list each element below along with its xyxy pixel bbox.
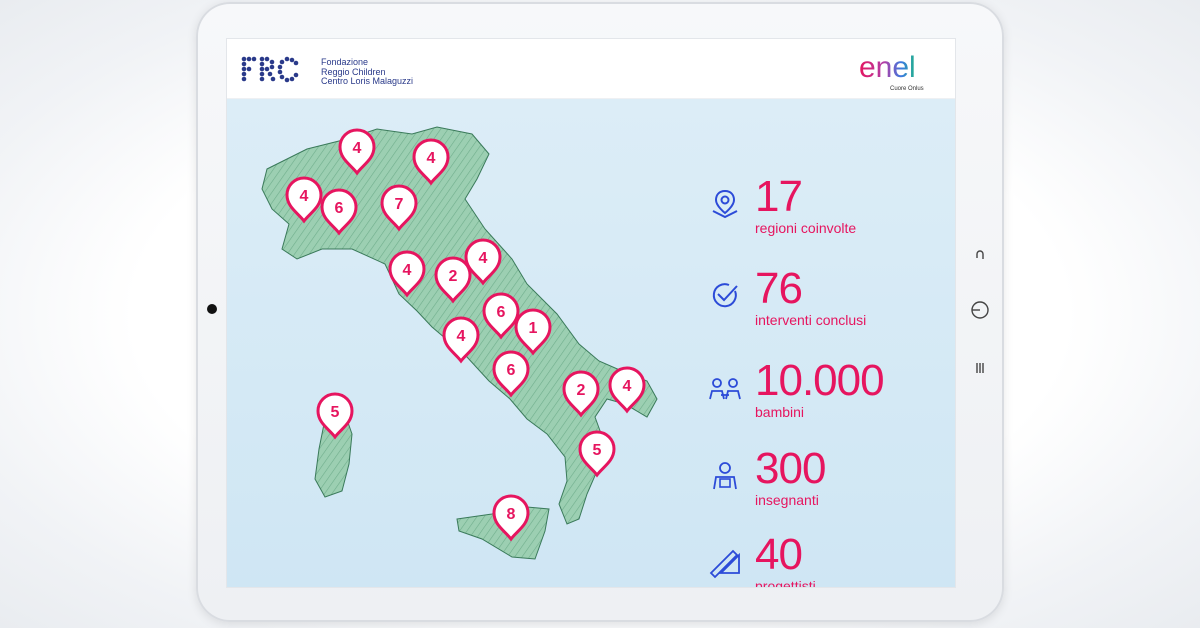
stat-teachers-label: insegnanti <box>755 492 819 508</box>
enel-subtitle: Cuore Onlus <box>890 86 924 92</box>
stat-designers: 40 progettisti <box>707 531 947 588</box>
pencil-ruler-icon <box>709 549 740 579</box>
location-icon <box>712 189 738 219</box>
stat-interventions: 76 interventi conclusi <box>707 265 947 349</box>
stat-children-value: 10.000 <box>755 356 885 405</box>
power-icon <box>971 301 989 319</box>
header-bar: Fondazione Reggio Children Centro Loris … <box>227 39 955 99</box>
pin-count: 2 <box>449 268 458 285</box>
pin-count: 5 <box>331 404 340 421</box>
pin-count: 4 <box>623 378 632 395</box>
stat-designers-value: 40 <box>755 530 803 579</box>
stat-teachers: 300 insegnanti <box>707 445 947 529</box>
frc-logo <box>241 56 299 83</box>
stat-teachers-value: 300 <box>755 444 826 493</box>
undo-icon <box>976 250 984 259</box>
stat-children-label: bambini <box>755 404 805 420</box>
stat-interventions-label: interventi conclusi <box>755 312 867 328</box>
camera <box>207 304 217 314</box>
stat-regions: 17 regioni coinvolte <box>707 173 947 257</box>
check-circle-icon <box>712 283 738 308</box>
pin-count: 1 <box>529 320 538 337</box>
menu-icon <box>976 363 984 373</box>
children-icon <box>709 378 741 400</box>
stat-regions-value: 17 <box>755 172 803 221</box>
frc-name: Fondazione Reggio Children Centro Loris … <box>321 57 414 87</box>
pin-count: 4 <box>353 140 362 157</box>
pin-count: 4 <box>300 188 309 205</box>
pin-count: 4 <box>403 262 412 279</box>
frc-name-line-3: Centro Loris Malaguzzi <box>321 76 414 86</box>
pin-count: 6 <box>497 304 506 321</box>
pin-count: 4 <box>479 250 488 267</box>
pin-count: 4 <box>427 150 436 167</box>
pin-count: 4 <box>457 328 466 345</box>
pin-count: 5 <box>593 442 602 459</box>
pin-count: 6 <box>335 200 344 217</box>
undo-button[interactable] <box>966 244 994 268</box>
main-content: 4 4 4 6 7 4 2 4 6 4 1 6 2 4 5 5 8 17 regioni coinvolte 7… <box>227 99 955 587</box>
tablet-screen: Fondazione Reggio Children Centro Loris … <box>226 38 956 588</box>
pin-count: 2 <box>577 382 586 399</box>
power-button[interactable] <box>966 298 994 322</box>
stat-interventions-value: 76 <box>755 264 803 313</box>
stat-designers-label: progettisti <box>755 578 816 588</box>
pin-count: 6 <box>507 362 516 379</box>
teacher-icon <box>713 462 737 490</box>
stat-regions-label: regioni coinvolte <box>755 220 857 236</box>
tablet-frame: Fondazione Reggio Children Centro Loris … <box>196 2 1004 622</box>
pin-count: 8 <box>507 506 516 523</box>
stat-children: 10.000 bambini <box>707 357 947 441</box>
menu-button[interactable] <box>966 356 994 380</box>
svg-text:enel: enel <box>859 51 916 84</box>
pin-count: 7 <box>395 196 404 213</box>
